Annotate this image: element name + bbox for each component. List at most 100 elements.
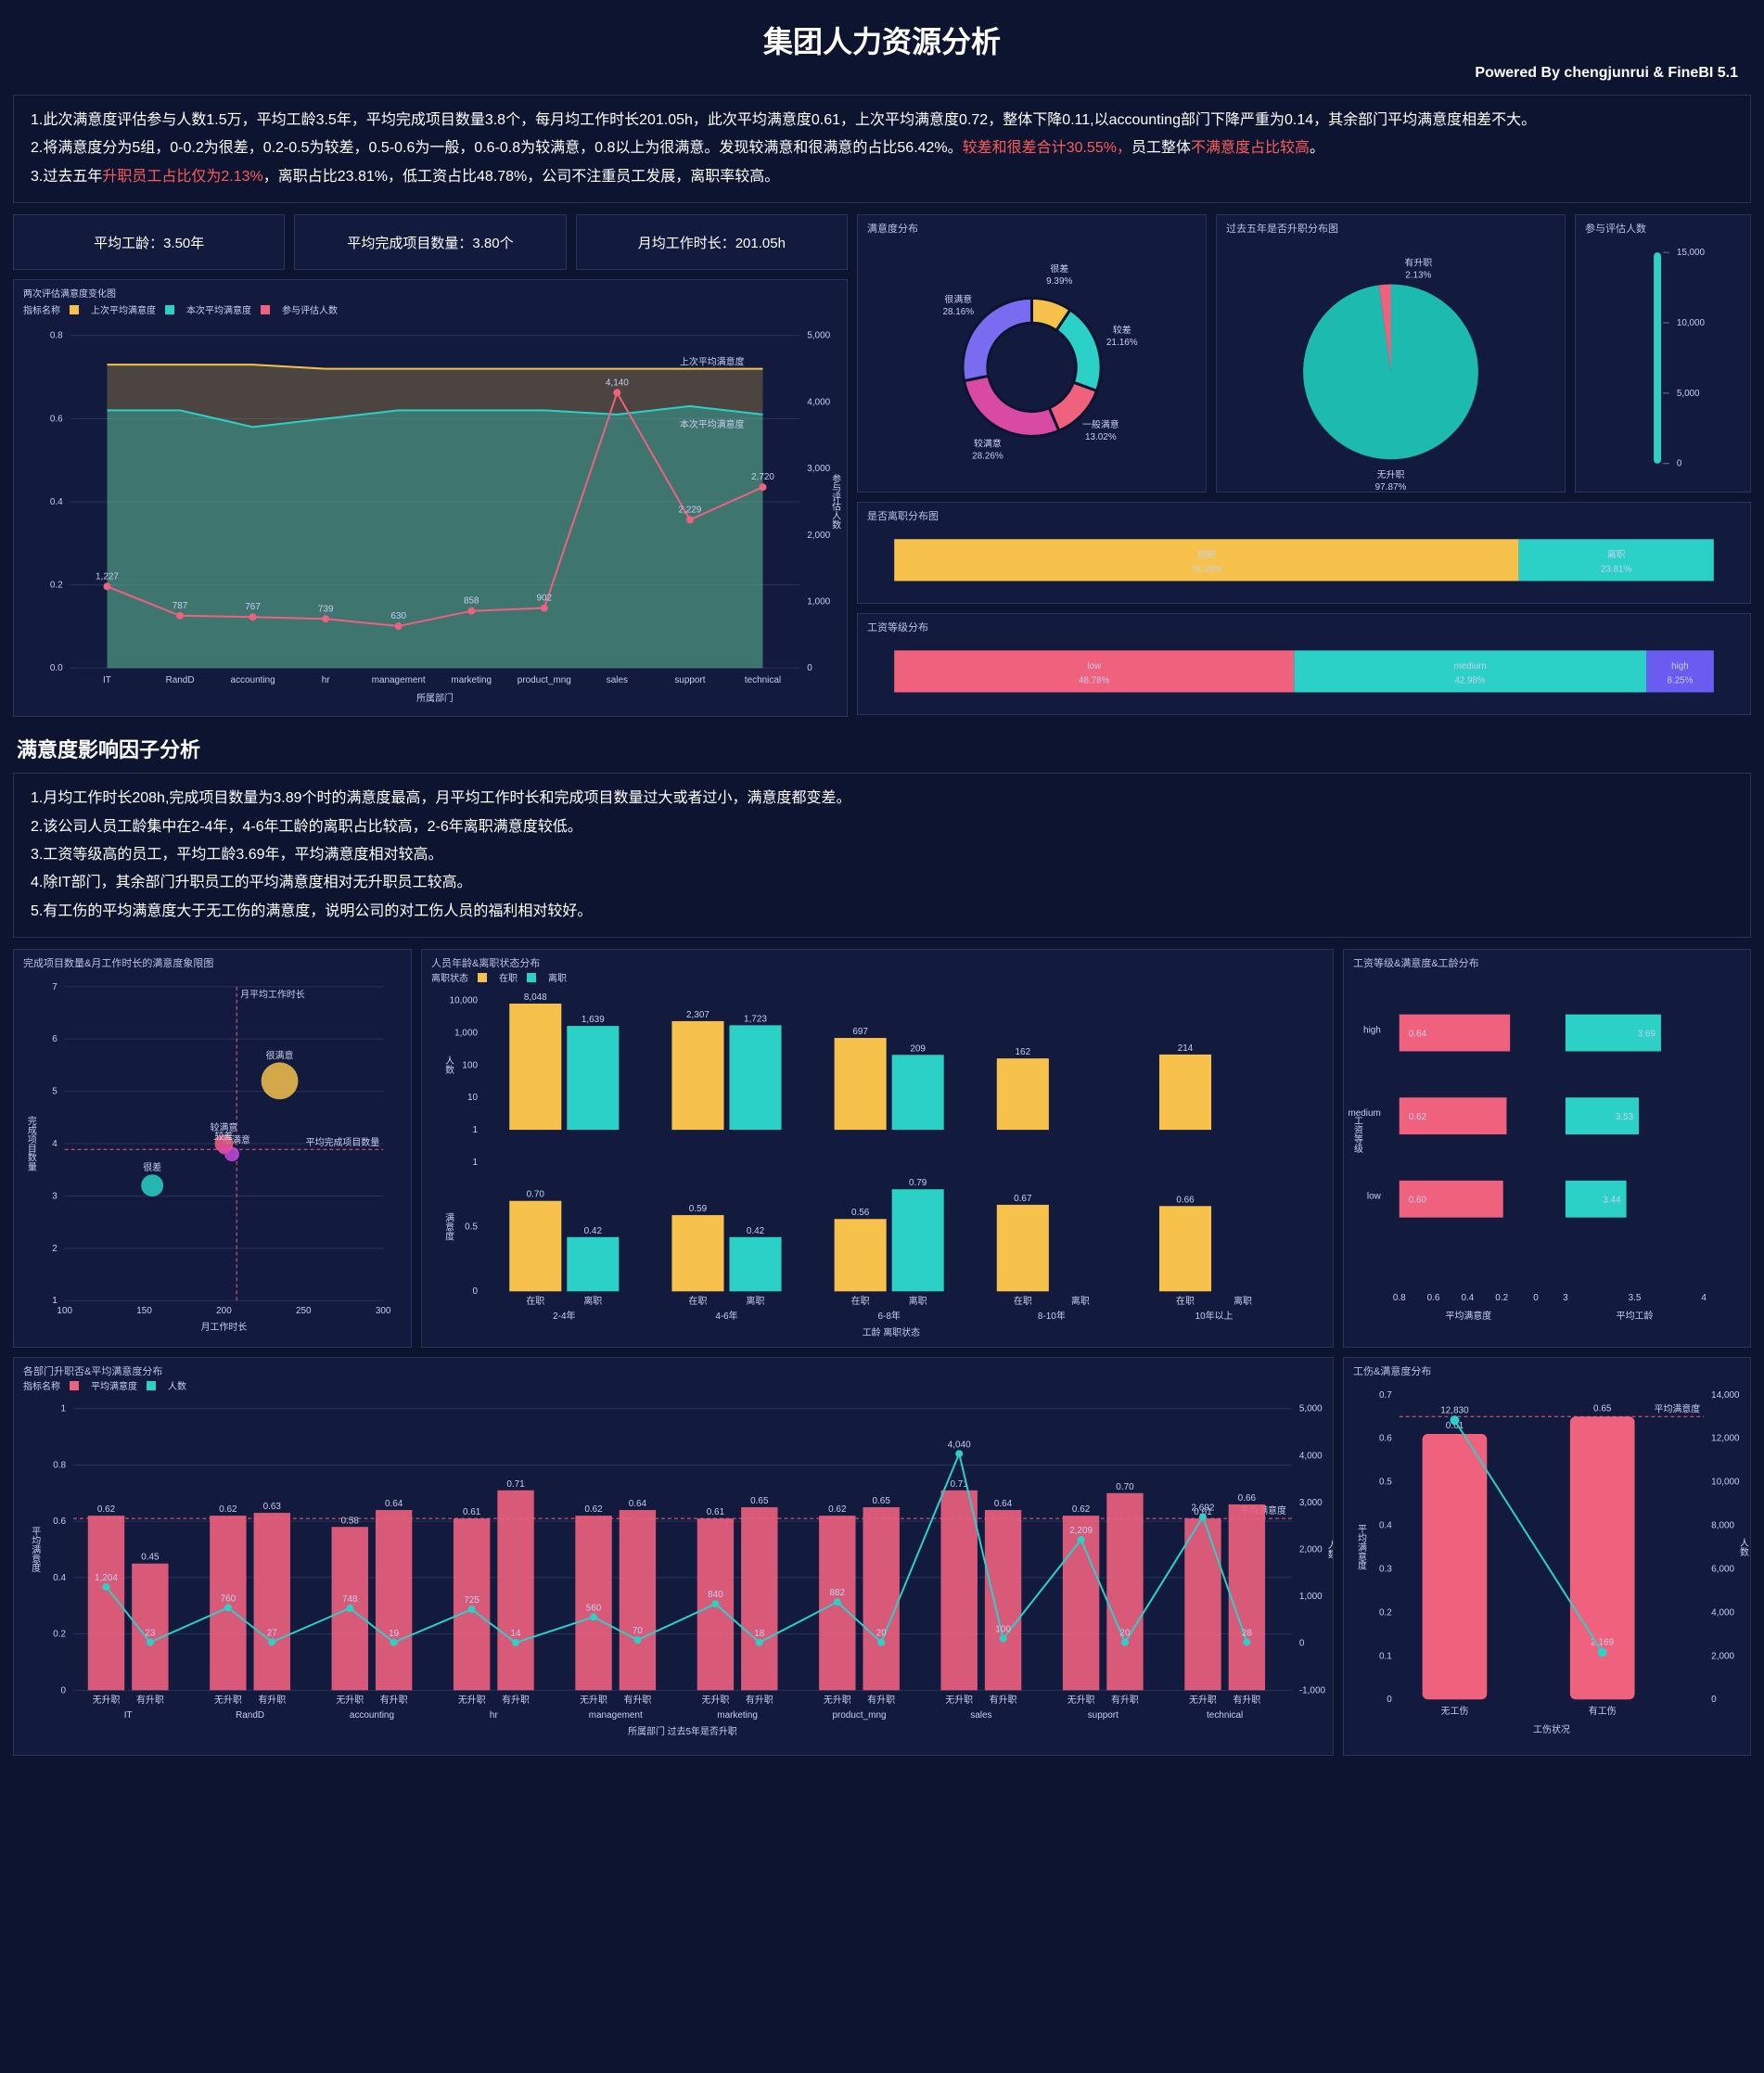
svg-text:RandD: RandD [166,675,195,685]
svg-text:5,000: 5,000 [1299,1404,1323,1414]
svg-text:accounting: accounting [231,675,275,685]
svg-text:离职: 离职 [1071,1295,1090,1307]
svg-text:人数: 人数 [1325,1540,1333,1559]
kpi-row: 平均工龄：3.50年 平均完成项目数量：3.80个 月均工作时长：201.05h [13,214,848,270]
factors-text: 1.月均工作时长208h,完成项目数量为3.89个时的满意度最高，月平均工作时长… [13,773,1751,938]
svg-text:2,000: 2,000 [1299,1545,1323,1555]
svg-text:4: 4 [52,1139,58,1149]
svg-text:9.39%: 9.39% [1046,276,1072,287]
svg-text:4,040: 4,040 [948,1440,971,1450]
svg-text:在职: 在职 [1197,549,1216,560]
svg-text:所属部门: 所属部门 [416,692,454,704]
svg-text:10,000: 10,000 [1711,1478,1740,1488]
svg-text:0.2: 0.2 [1379,1608,1392,1619]
svg-text:离职: 离职 [1234,1295,1252,1307]
svg-text:162: 162 [1016,1047,1031,1057]
svg-text:0.6: 0.6 [53,1516,66,1527]
svg-text:840: 840 [708,1590,723,1600]
svg-text:人数: 人数 [443,1056,454,1075]
svg-text:1,000: 1,000 [807,597,830,608]
svg-text:0.67: 0.67 [1014,1194,1032,1204]
svg-text:无升职: 无升职 [1067,1695,1095,1706]
svg-text:参与评估人数: 参与评估人数 [830,473,841,531]
svg-text:所属部门 过去5年是否升职: 所属部门 过去5年是否升职 [628,1725,737,1737]
svg-text:technical: technical [1207,1710,1243,1721]
svg-text:1,204: 1,204 [95,1573,118,1583]
section-title: 满意度影响因子分析 [17,734,1751,763]
svg-text:一般满意: 一般满意 [1082,418,1119,430]
svg-text:697: 697 [852,1027,868,1037]
svg-text:有升职: 有升职 [502,1694,530,1706]
svg-text:较满意: 较满意 [974,438,1002,450]
svg-text:0.59: 0.59 [689,1204,708,1214]
svg-text:48.78%: 48.78% [1079,676,1110,686]
page-title: 集团人力资源分析 [13,19,1751,61]
svg-text:5: 5 [52,1087,58,1097]
svg-text:无升职: 无升职 [824,1695,851,1706]
svg-text:560: 560 [586,1604,602,1614]
svg-text:无工伤: 无工伤 [1441,1705,1469,1717]
svg-text:0.42: 0.42 [584,1226,603,1236]
chart-gauge: 参与评估人数 05,00010,00015,000 [1575,214,1751,493]
svg-text:工资等级: 工资等级 [1351,1116,1362,1154]
svg-text:0.65: 0.65 [1593,1403,1612,1414]
svg-text:离职: 离职 [747,1295,765,1307]
svg-text:4,140: 4,140 [606,378,629,389]
svg-text:high: high [1671,661,1689,672]
svg-text:0.61: 0.61 [463,1507,481,1517]
svg-text:630: 630 [390,611,406,621]
svg-text:0.62: 0.62 [1072,1504,1091,1515]
chart-linebar: 两次评估满意度变化图 指标名称 上次平均满意度 本次平均满意度 参与评估人数 0… [13,279,848,717]
chart-scatter: 完成项目数量&月工作时长的满意度象限图 12345671001502002503… [13,949,412,1348]
svg-text:无升职: 无升职 [458,1695,486,1706]
svg-text:无升职: 无升职 [580,1695,607,1706]
svg-text:有升职: 有升职 [746,1694,773,1706]
svg-text:76.19%: 76.19% [1191,565,1222,575]
svg-text:23: 23 [145,1629,156,1639]
svg-text:IT: IT [103,675,111,685]
svg-text:2,720: 2,720 [751,472,774,482]
svg-text:6,000: 6,000 [1711,1565,1734,1575]
svg-text:0.2: 0.2 [1495,1293,1508,1303]
svg-text:15,000: 15,000 [1677,248,1706,258]
svg-text:0.70: 0.70 [527,1190,545,1200]
svg-text:low: low [1087,661,1102,672]
svg-text:很满意: 很满意 [266,1050,294,1062]
svg-text:2,000: 2,000 [1711,1651,1734,1661]
svg-text:70: 70 [633,1626,644,1636]
svg-text:4,000: 4,000 [807,398,830,408]
svg-text:0: 0 [1387,1695,1392,1705]
svg-text:有升职: 有升职 [990,1694,1017,1706]
svg-text:0: 0 [472,1286,478,1297]
svg-text:748: 748 [342,1594,358,1605]
svg-text:0.61: 0.61 [707,1507,725,1517]
svg-text:0.2: 0.2 [50,581,63,591]
svg-text:IT: IT [124,1710,133,1721]
svg-text:3.5: 3.5 [1629,1293,1642,1303]
svg-text:7: 7 [52,982,58,992]
svg-text:0.62: 0.62 [97,1504,116,1515]
svg-text:0.64: 0.64 [1409,1030,1427,1040]
svg-text:0.66: 0.66 [1238,1493,1257,1504]
svg-text:0.6: 0.6 [1379,1434,1392,1444]
svg-text:management: management [589,1710,643,1721]
svg-text:209: 209 [910,1043,926,1054]
svg-text:12,830: 12,830 [1440,1405,1469,1415]
svg-text:0.2: 0.2 [53,1630,66,1640]
svg-text:无升职: 无升职 [1377,469,1405,480]
svg-text:0.60: 0.60 [1409,1196,1427,1206]
svg-text:0.65: 0.65 [873,1496,891,1506]
svg-text:本次平均满意度: 本次平均满意度 [680,418,745,430]
svg-text:1: 1 [472,1125,478,1135]
svg-text:3.44: 3.44 [1603,1196,1621,1206]
chart-injury: 工伤&满意度分布 00.10.20.30.40.50.60.702,0004,0… [1343,1357,1751,1756]
svg-text:14,000: 14,000 [1711,1390,1740,1401]
svg-text:0.4: 0.4 [1461,1293,1474,1303]
svg-text:无升职: 无升职 [1189,1695,1217,1706]
svg-text:有升职: 有升职 [867,1694,895,1706]
svg-text:工伤状况: 工伤状况 [1533,1723,1570,1735]
svg-text:2.13%: 2.13% [1405,271,1431,281]
svg-text:0.62: 0.62 [584,1504,603,1515]
svg-text:在职: 在职 [851,1296,870,1307]
svg-text:12,000: 12,000 [1711,1434,1740,1444]
